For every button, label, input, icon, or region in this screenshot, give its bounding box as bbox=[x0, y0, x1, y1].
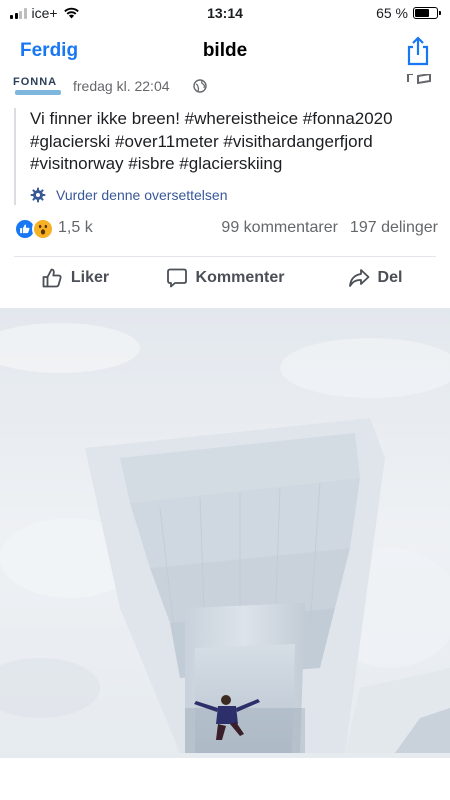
action-bar: Liker Kommenter Del bbox=[0, 258, 450, 298]
logo-stripe bbox=[15, 90, 61, 95]
like-label: Liker bbox=[70, 269, 110, 286]
page-logo-text: FONNA bbox=[13, 76, 58, 88]
reactions-row: 1,5 k 99 kommentarer 197 delinger bbox=[14, 215, 438, 243]
done-button[interactable]: Ferdig bbox=[20, 40, 78, 62]
share-icon[interactable] bbox=[404, 36, 432, 66]
globe-icon bbox=[193, 79, 207, 93]
translate-row[interactable]: Vurder denne oversettelsen bbox=[30, 185, 434, 205]
comment-icon bbox=[166, 268, 187, 288]
status-bar-right: 65 % bbox=[376, 5, 441, 21]
engagement-stats: 99 kommentarer 197 delinger bbox=[221, 219, 438, 237]
divider bbox=[14, 256, 436, 257]
post-text-block: Vi finner ikke breen! #whereistheice #fo… bbox=[14, 108, 434, 205]
gear-icon bbox=[30, 187, 46, 202]
comment-count[interactable]: 99 kommentarer bbox=[221, 219, 338, 237]
page-avatar[interactable]: FONNA bbox=[13, 74, 63, 96]
nav-bar: Ferdig bilde bbox=[0, 28, 450, 74]
translate-link[interactable]: Vurder denne oversettelsen bbox=[56, 187, 227, 203]
glacier-photo bbox=[0, 308, 450, 758]
reaction-count[interactable]: 1,5 k bbox=[58, 219, 93, 237]
post-body: Vi finner ikke breen! #whereistheice #fo… bbox=[30, 109, 393, 173]
share-label: Del bbox=[377, 269, 403, 286]
post-photo[interactable] bbox=[0, 308, 450, 758]
status-bar: ice+ 13:14 65 % bbox=[0, 0, 450, 26]
post-timestamp[interactable]: fredag kl. 22:04 bbox=[73, 78, 170, 94]
comment-button[interactable]: Kommenter bbox=[150, 258, 300, 298]
share-count[interactable]: 197 delinger bbox=[350, 219, 438, 237]
share-button[interactable]: Del bbox=[300, 258, 450, 298]
comment-label: Kommenter bbox=[195, 269, 285, 286]
battery-icon bbox=[413, 7, 441, 19]
battery-percent: 65 % bbox=[376, 5, 408, 21]
like-button[interactable]: Liker bbox=[0, 258, 150, 298]
post-header: FONNA fredag kl. 22:04 bbox=[0, 74, 450, 100]
reaction-icons[interactable] bbox=[14, 218, 56, 240]
wow-reaction-icon bbox=[32, 218, 54, 240]
thumbs-up-icon bbox=[42, 268, 62, 288]
menu-icon[interactable] bbox=[406, 74, 432, 86]
share-arrow-icon bbox=[348, 269, 369, 287]
